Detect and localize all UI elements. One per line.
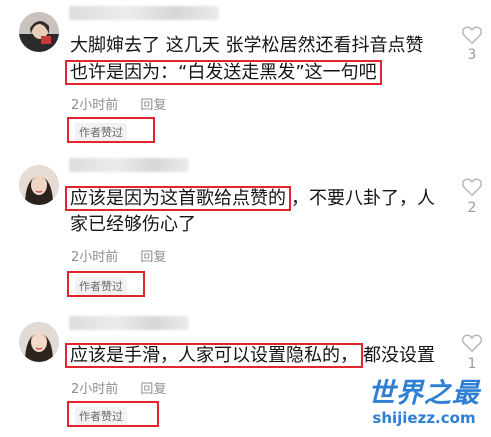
like-count: 2 <box>467 200 477 216</box>
username-blurred[interactable] <box>69 316 189 330</box>
comment-text-highlighted: 应该是手滑，人家可以设置隐私的， 都没设置 <box>65 343 435 369</box>
author-liked-badge: 作者赞过 <box>75 277 127 295</box>
avatar[interactable] <box>19 12 59 52</box>
comment-text-line: 家已经够伤心了 <box>70 214 196 235</box>
comment-text-rest: 都没设置 <box>363 345 435 366</box>
heart-icon[interactable] <box>461 333 483 353</box>
avatar[interactable] <box>19 165 59 205</box>
comment-text-rest: ，不要八卦了，人 <box>291 188 435 209</box>
comment-meta: 2小时前 回复 <box>71 378 166 397</box>
author-liked-highlight: 作者赞过 <box>67 271 145 297</box>
watermark-url: shijiezz.com <box>372 409 476 427</box>
reply-button[interactable]: 回复 <box>140 250 166 265</box>
author-liked-highlight: 作者赞过 <box>67 117 155 143</box>
username-blurred[interactable] <box>69 158 189 172</box>
comment-meta: 2小时前 回复 <box>71 246 166 265</box>
timestamp: 2小时前 <box>71 382 119 397</box>
highlight-box: 也许是因为：“白发送走黑发”这一句吧 <box>65 60 382 85</box>
avatar[interactable] <box>19 322 59 362</box>
timestamp: 2小时前 <box>71 250 119 265</box>
reply-button[interactable]: 回复 <box>140 98 166 113</box>
author-liked-badge: 作者赞过 <box>75 123 127 141</box>
comment-text-highlighted: 也许是因为：“白发送走黑发”这一句吧 <box>65 60 382 86</box>
heart-icon[interactable] <box>461 177 483 197</box>
like-count: 3 <box>467 47 477 63</box>
comment-text-highlighted: 应该是因为这首歌给点赞的 ，不要八卦了，人 <box>65 186 435 212</box>
username-blurred[interactable] <box>69 6 219 20</box>
highlight-box: 应该是因为这首歌给点赞的 <box>65 186 291 211</box>
watermark-title: 世界之最 <box>368 378 480 409</box>
author-liked-highlight: 作者赞过 <box>67 401 159 427</box>
site-watermark: 世界之最 shijiezz.com <box>358 378 490 426</box>
heart-icon[interactable] <box>461 25 483 45</box>
like-count: 1 <box>467 356 477 372</box>
comment-meta: 2小时前 回复 <box>71 94 166 113</box>
author-liked-badge: 作者赞过 <box>75 407 127 425</box>
reply-button[interactable]: 回复 <box>140 382 166 397</box>
comment-text-line: 大脚婶去了 这几天 张学松居然还看抖音点赞 <box>70 35 424 56</box>
timestamp: 2小时前 <box>71 98 119 113</box>
highlight-box: 应该是手滑，人家可以设置隐私的， <box>65 343 363 368</box>
